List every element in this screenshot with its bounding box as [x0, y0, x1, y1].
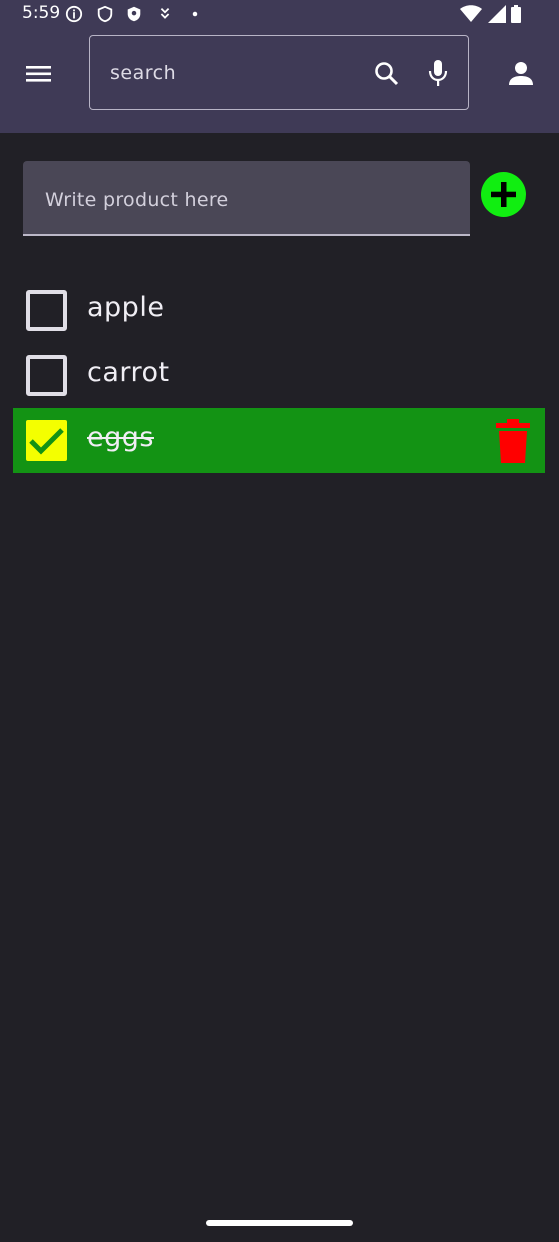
search-icon[interactable]: [373, 60, 401, 88]
menu-icon[interactable]: [22, 60, 54, 88]
status-bar: 5:59: [0, 0, 559, 28]
search-input[interactable]: [110, 58, 360, 88]
dot-icon: [192, 11, 198, 17]
list-item-checked[interactable]: eggs: [13, 408, 545, 473]
product-input[interactable]: [45, 185, 445, 215]
check-icon: [29, 428, 64, 455]
status-time: 5:59: [22, 3, 61, 23]
item-checkbox[interactable]: [26, 355, 67, 396]
list-item[interactable]: carrot: [13, 343, 545, 408]
item-checkbox-checked[interactable]: [26, 420, 67, 461]
status-right: [460, 5, 521, 25]
person-icon[interactable]: [505, 58, 537, 90]
item-label: apple: [87, 292, 165, 323]
signal-icon: [487, 5, 506, 23]
item-checkbox[interactable]: [26, 290, 67, 331]
battery-icon: [511, 5, 521, 23]
security-icon: [127, 6, 141, 22]
data-saver-icon: [160, 7, 170, 19]
app-bar: 5:59: [0, 0, 559, 133]
shield-icon: [97, 5, 113, 23]
list-item[interactable]: apple: [13, 278, 545, 343]
item-label: eggs: [87, 422, 154, 453]
add-product-button[interactable]: [481, 172, 526, 217]
product-entry-field[interactable]: [23, 161, 470, 236]
item-label: carrot: [87, 357, 170, 388]
trash-icon[interactable]: [495, 419, 531, 463]
home-indicator[interactable]: [206, 1220, 353, 1226]
plus-icon: [491, 182, 516, 207]
wifi-icon: [460, 5, 483, 22]
mic-icon[interactable]: [426, 58, 450, 88]
info-icon: [65, 5, 83, 23]
search-bar[interactable]: [89, 35, 469, 110]
